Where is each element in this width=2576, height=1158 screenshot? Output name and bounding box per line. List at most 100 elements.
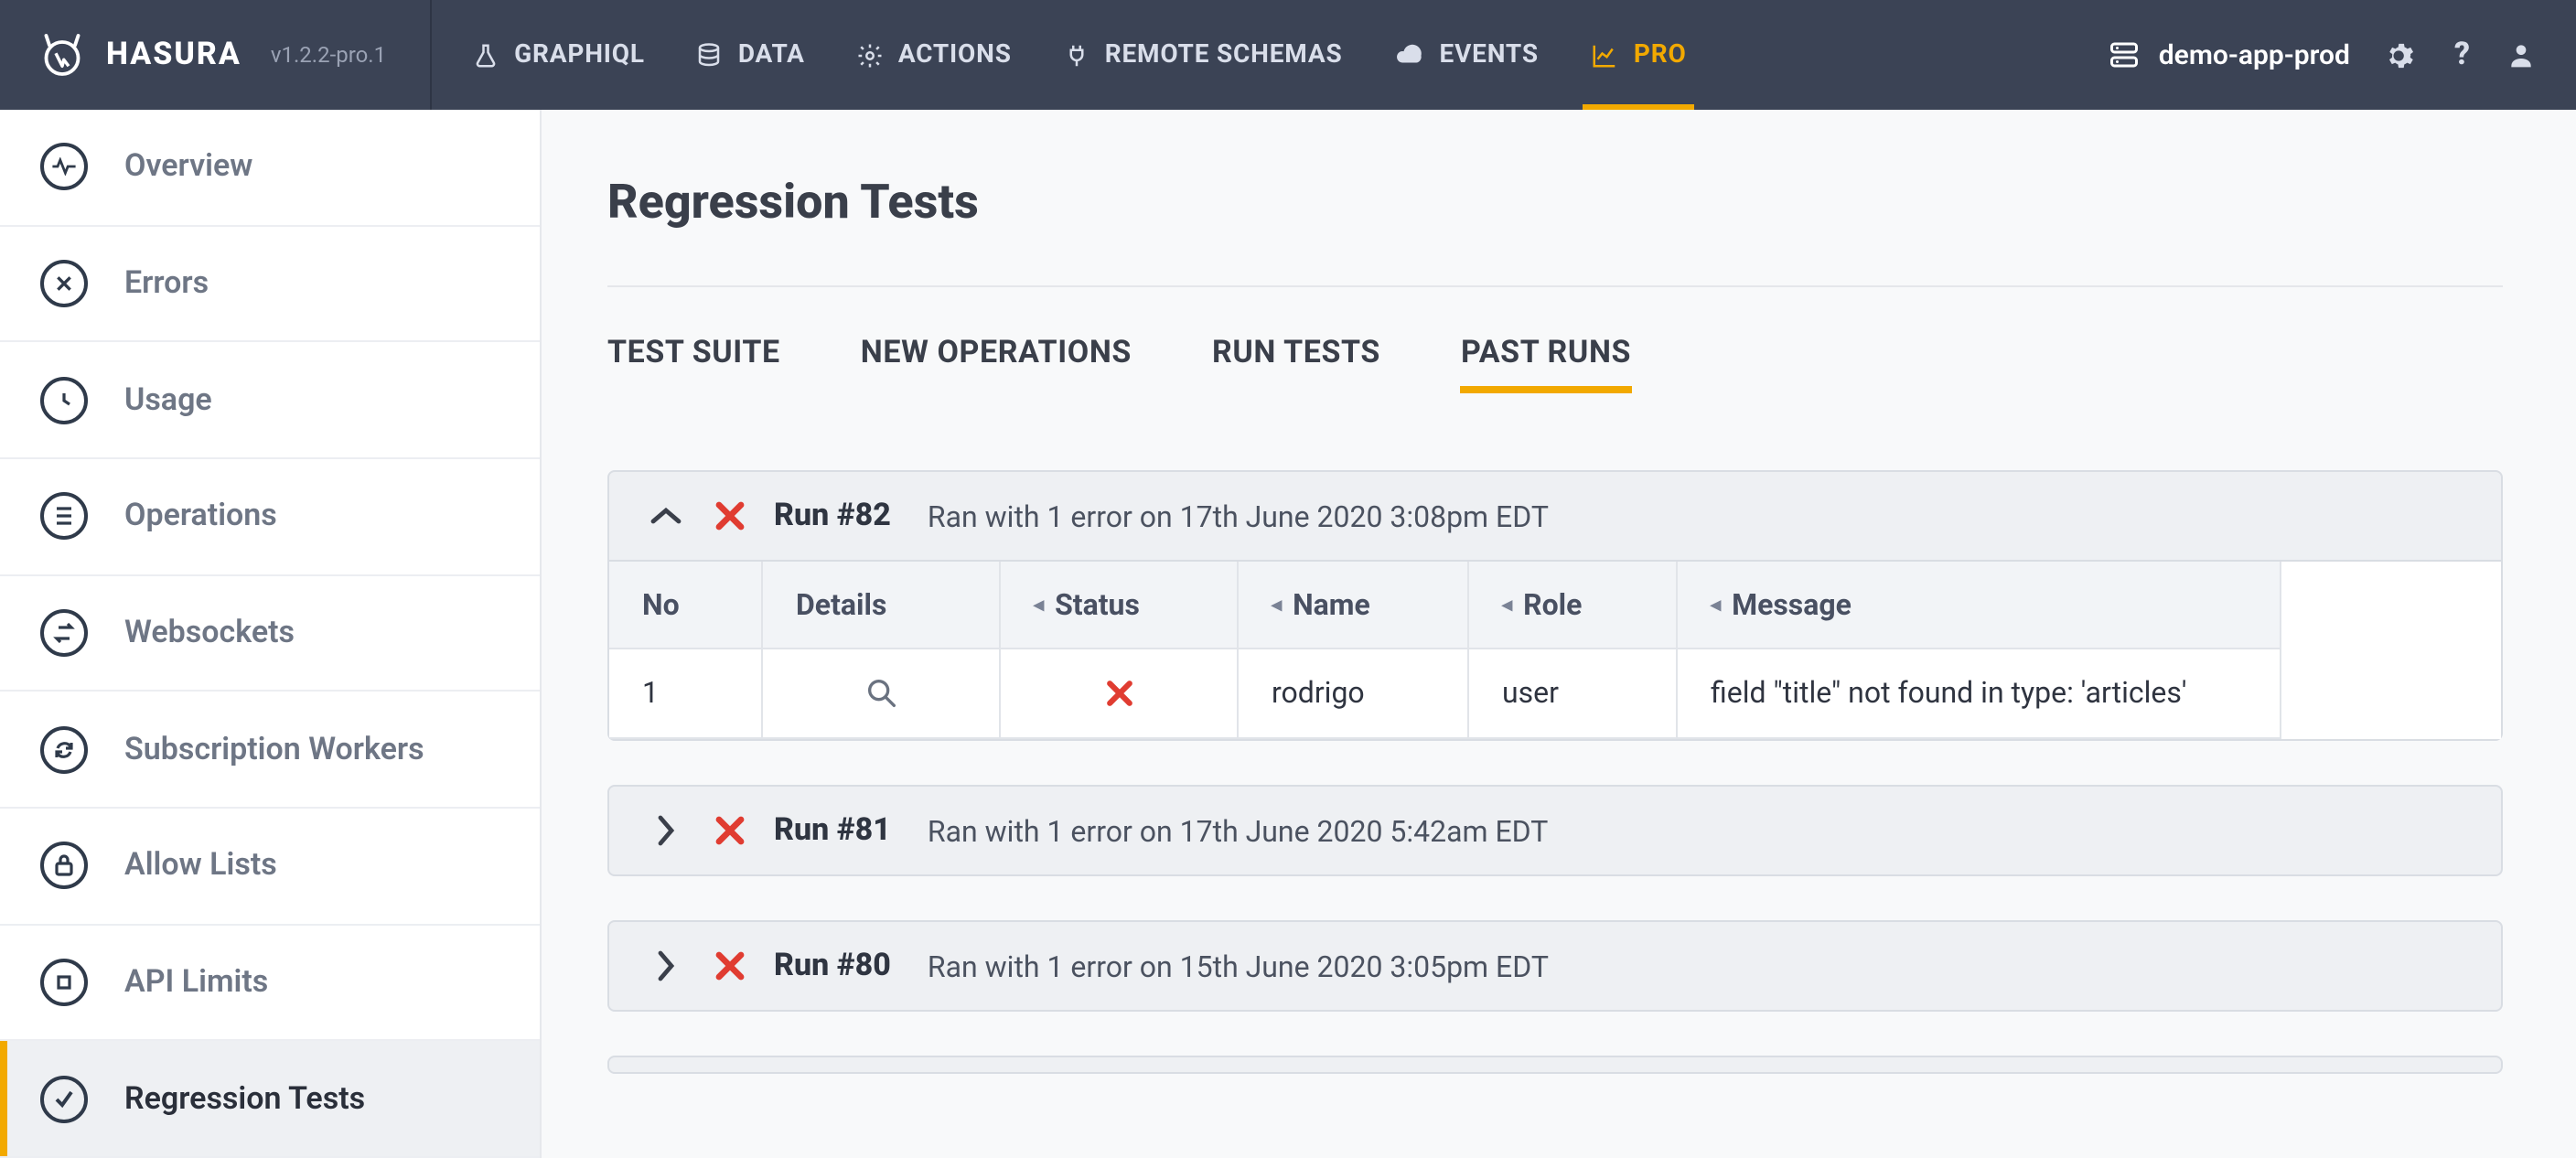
x-circle-icon (40, 260, 88, 307)
database-icon (696, 41, 724, 69)
nav-data[interactable]: DATA (671, 0, 831, 110)
column-header-message[interactable]: ◂ Message (1678, 562, 2281, 649)
cell-no: 1 (609, 649, 763, 739)
sidebar: Overview Errors Usage Operations Websock… (0, 110, 542, 1158)
nav-right: demo-app-prod ? (2108, 0, 2576, 110)
run-header[interactable]: Run #81 Ran with 1 error on 17th June 20… (609, 787, 2501, 874)
column-header-name[interactable]: ◂Name (1239, 562, 1469, 649)
run-header[interactable]: Run #82 Ran with 1 error on 17th June 20… (609, 472, 2501, 560)
status-fail-icon (712, 948, 748, 984)
project-name: demo-app-prod (2159, 38, 2350, 71)
tab-test-suite[interactable]: TEST SUITE (607, 335, 780, 390)
nav-actions[interactable]: ACTIONS (831, 0, 1037, 110)
status-fail-icon (712, 812, 748, 849)
sidebar-item-usage[interactable]: Usage (0, 343, 540, 459)
sidebar-item-overview[interactable]: Overview (0, 110, 540, 226)
chevron-up-icon (646, 505, 686, 527)
lock-icon (40, 842, 88, 890)
run-title: Run #81 (774, 812, 891, 849)
chevron-right-icon (646, 949, 686, 982)
cell-details[interactable] (763, 649, 1001, 739)
top-nav: HASURA v1.2.2-pro.1 GRAPHIQL DATA ACTION… (0, 0, 2576, 110)
nav-label: REMOTE SCHEMAS (1105, 40, 1343, 70)
brand-version: v1.2.2-pro.1 (271, 42, 386, 68)
server-icon (2108, 38, 2141, 71)
nav-graphiql[interactable]: GRAPHIQL (446, 0, 671, 110)
run-subtitle: Ran with 1 error on 15th June 2020 3:05p… (928, 949, 1549, 983)
nav-label: ACTIONS (898, 40, 1012, 70)
question-icon: ? (2454, 37, 2470, 73)
pulse-icon (40, 144, 88, 191)
brand-name: HASURA (106, 37, 242, 73)
column-header-no[interactable]: No (609, 562, 763, 649)
sidebar-item-label: API Limits (124, 964, 268, 1001)
brand: HASURA v1.2.2-pro.1 (0, 0, 432, 110)
cell-message: field "title" not found in type: 'articl… (1678, 649, 2281, 739)
status-fail-icon (712, 498, 748, 534)
sort-icon: ◂ (1711, 593, 1721, 617)
run-card: Run #81 Ran with 1 error on 17th June 20… (607, 785, 2503, 876)
sidebar-item-label: Allow Lists (124, 848, 277, 885)
list-icon (40, 493, 88, 541)
flask-icon (472, 41, 499, 69)
swap-icon (40, 609, 88, 657)
column-header-details[interactable]: Details (763, 562, 1001, 649)
sidebar-item-subscription-workers[interactable]: Subscription Workers (0, 692, 540, 809)
sidebar-item-label: Websockets (124, 615, 295, 651)
column-header-role[interactable]: ◂ Role (1469, 562, 1678, 649)
run-card: Run #82 Ran with 1 error on 17th June 20… (607, 470, 2503, 741)
run-title: Run #80 (774, 948, 891, 984)
nav-remote-schemas[interactable]: REMOTE SCHEMAS (1037, 0, 1368, 110)
run-card-partial (607, 1056, 2503, 1074)
tabs: TEST SUITE NEW OPERATIONS RUN TESTS PAST… (607, 335, 2503, 390)
hasura-logo-icon (37, 29, 88, 80)
divider (607, 285, 2503, 287)
sidebar-item-label: Operations (124, 499, 277, 535)
project-selector[interactable]: demo-app-prod (2108, 38, 2350, 71)
sidebar-item-api-limits[interactable]: API Limits (0, 925, 540, 1041)
status-fail-icon (1102, 677, 1135, 710)
sidebar-item-label: Subscription Workers (124, 731, 424, 767)
cell-status (1001, 649, 1239, 739)
sidebar-item-regression-tests[interactable]: Regression Tests (0, 1042, 540, 1158)
column-label: Name (1293, 587, 1370, 622)
sort-icon: ◂ (1034, 593, 1044, 617)
clock-icon (40, 376, 88, 424)
sidebar-item-label: Regression Tests (124, 1080, 365, 1117)
sidebar-item-errors[interactable]: Errors (0, 226, 540, 342)
nav-label: GRAPHIQL (514, 40, 645, 70)
main-content: Regression Tests TEST SUITE NEW OPERATIO… (542, 110, 2576, 1158)
plug-icon (1063, 41, 1090, 69)
column-label: Message (1732, 587, 1852, 622)
column-label: Role (1523, 587, 1582, 622)
tab-run-tests[interactable]: RUN TESTS (1212, 335, 1380, 390)
column-label: Details (796, 587, 886, 622)
chart-line-icon (1590, 41, 1619, 69)
help-button[interactable]: ? (2454, 37, 2470, 73)
sidebar-item-operations[interactable]: Operations (0, 459, 540, 575)
nav-label: EVENTS (1440, 40, 1539, 70)
column-label: No (642, 587, 680, 622)
cell-role: user (1469, 649, 1678, 739)
gear-icon (2387, 39, 2418, 70)
sidebar-item-websockets[interactable]: Websockets (0, 575, 540, 692)
sort-icon: ◂ (1502, 593, 1512, 617)
sidebar-item-allow-lists[interactable]: Allow Lists (0, 809, 540, 925)
user-menu[interactable] (2506, 40, 2536, 70)
nav-pro[interactable]: PRO (1564, 0, 1712, 110)
column-header-status[interactable]: ◂Status (1001, 562, 1239, 649)
user-icon (2506, 40, 2536, 70)
sidebar-item-label: Errors (124, 265, 209, 302)
run-subtitle: Ran with 1 error on 17th June 2020 3:08p… (928, 499, 1549, 533)
sidebar-item-label: Overview (124, 149, 252, 186)
nav-events[interactable]: EVENTS (1368, 0, 1564, 110)
settings-button[interactable] (2387, 39, 2418, 70)
run-table: No Details ◂Status ◂Name ◂Role ◂Message … (609, 560, 2501, 739)
cloud-icon (1394, 41, 1425, 69)
nav-label: PRO (1634, 40, 1687, 70)
cell-name: rodrigo (1239, 649, 1469, 739)
page-title: Regression Tests (607, 176, 2503, 231)
tab-new-operations[interactable]: NEW OPERATIONS (861, 335, 1132, 390)
run-header[interactable]: Run #80 Ran with 1 error on 15th June 20… (609, 922, 2501, 1010)
tab-past-runs[interactable]: PAST RUNS (1461, 335, 1631, 390)
